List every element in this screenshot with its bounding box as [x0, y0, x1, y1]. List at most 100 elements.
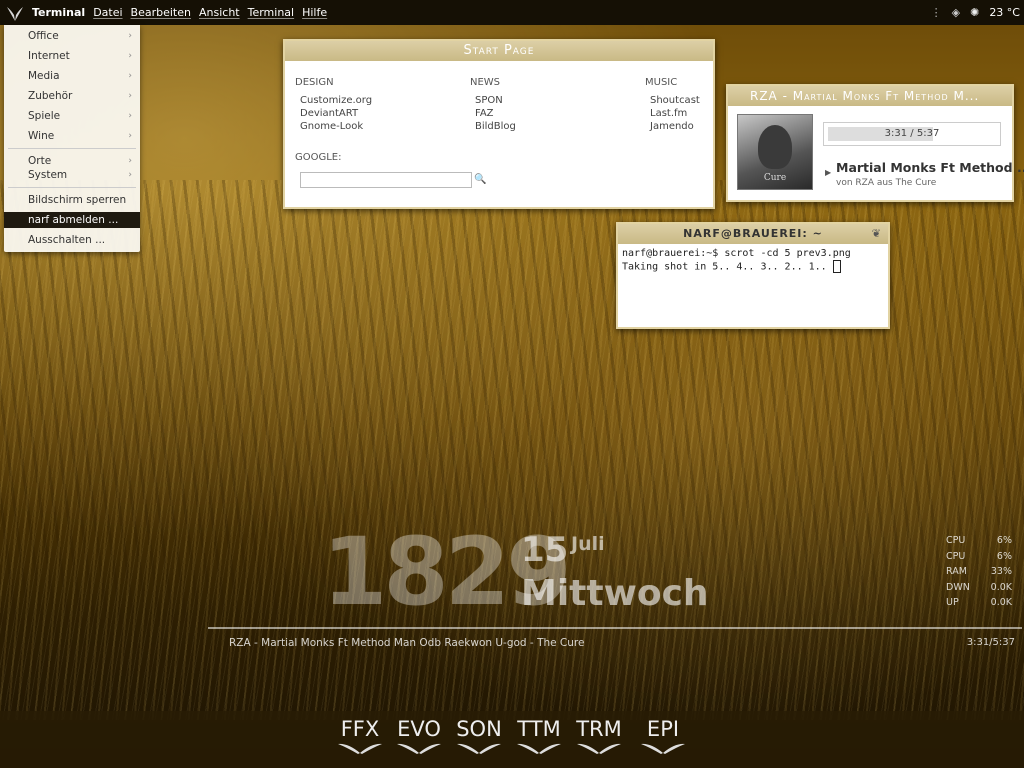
- now-playing-time: 3:31/5:37: [966, 637, 1015, 648]
- search-icon[interactable]: 🔍: [474, 174, 486, 185]
- chevron-right-icon: ›: [128, 51, 132, 61]
- terminal-title: narf@brauerei: ~ ❦: [618, 224, 888, 244]
- link-jamendo[interactable]: Jamendo: [650, 120, 700, 133]
- menu-item-media[interactable]: Media ›: [28, 68, 134, 84]
- menu-hilfe[interactable]: Hilfe: [302, 6, 327, 19]
- chevron-right-icon: ›: [128, 131, 132, 141]
- stat-row-cpu1: CPU 6%: [946, 535, 1012, 546]
- terminal-line: Taking shot in 5.. 4.. 3.. 2.. 1..: [622, 260, 884, 274]
- link-lastfm[interactable]: Last.fm: [650, 107, 700, 120]
- menu-separator: [8, 187, 136, 188]
- menu-item-shutdown[interactable]: Ausschalten ...: [28, 232, 134, 248]
- menu-item-zubehoer[interactable]: Zubehör ›: [28, 88, 134, 104]
- system-stats: CPU 6% CPU 6% RAM 33% DWN 0.0K UP 0.0K: [946, 533, 1012, 611]
- weather-sun-icon[interactable]: ✺: [970, 6, 979, 19]
- terminal-window: narf@brauerei: ~ ❦ narf@brauerei:~$ scro…: [616, 222, 890, 329]
- menu-datei[interactable]: Datei: [93, 6, 122, 19]
- track-title: Martial Monks Ft Method ...: [836, 160, 1024, 175]
- chevron-right-icon: ›: [128, 111, 132, 121]
- wings-icon: [517, 743, 561, 754]
- divider-line: [208, 627, 1022, 629]
- dock-label: SON: [456, 717, 502, 741]
- play-icon[interactable]: ▶: [825, 168, 831, 177]
- menu-item-office[interactable]: Office ›: [28, 28, 134, 44]
- link-shoutcast[interactable]: Shoutcast: [650, 94, 700, 107]
- menu-logo-icon[interactable]: [4, 2, 26, 24]
- menu-ansicht[interactable]: Ansicht: [199, 6, 240, 19]
- menu-item-spiele[interactable]: Spiele ›: [28, 108, 134, 124]
- stat-row-cpu2: CPU 6%: [946, 550, 1012, 562]
- terminal-output: Taking shot in 5.. 4.. 3.. 2.. 1..: [622, 261, 833, 273]
- album-cover: Cure: [737, 114, 813, 190]
- dock-item-ffx[interactable]: FFX: [334, 717, 386, 755]
- link-faz[interactable]: FAZ: [475, 107, 516, 120]
- top-panel: Terminal Datei Bearbeiten Ansicht Termin…: [0, 0, 1024, 25]
- terminal-cursor: [832, 260, 841, 273]
- dock-item-evo[interactable]: EVO: [393, 717, 445, 755]
- terminal-body[interactable]: narf@brauerei:~$ scrot -cd 5 prev3.png T…: [618, 244, 888, 277]
- terminal-title-text: narf@brauerei: ~: [683, 227, 823, 240]
- dock-label: FFX: [340, 717, 380, 741]
- design-column: DESIGN Customize.org DeviantART Gnome-Lo…: [295, 77, 372, 133]
- wings-icon: [577, 743, 621, 754]
- wings-icon: [338, 743, 382, 754]
- album-portrait: [758, 125, 792, 169]
- column-heading: NEWS: [470, 77, 501, 88]
- menu-item-logout[interactable]: narf abmelden ...: [4, 212, 140, 228]
- chevron-right-icon: ›: [128, 170, 132, 180]
- now-playing-text: RZA - Martial Monks Ft Method Man Odb Ra…: [229, 637, 585, 649]
- temperature: 23 °C: [989, 6, 1020, 19]
- link-bildblog[interactable]: BildBlog: [475, 120, 516, 133]
- wings-icon: [457, 743, 501, 754]
- menu-item-system[interactable]: System ›: [28, 167, 134, 183]
- link-gnome-look[interactable]: Gnome-Look: [300, 120, 372, 133]
- stat-row-ram: RAM 33%: [946, 566, 1012, 577]
- stat-row-up: UP 0.0K: [946, 597, 1012, 608]
- dock-label: TRM: [576, 717, 622, 741]
- menu-terminal[interactable]: Terminal: [248, 6, 295, 19]
- start-page-widget: Start Page DESIGN Customize.org DeviantA…: [283, 39, 715, 209]
- wings-logo-icon: ❦: [871, 227, 882, 240]
- link-customize[interactable]: Customize.org: [300, 94, 372, 107]
- progress-bar[interactable]: 3:31 / 5:37: [823, 122, 1001, 146]
- google-search-input[interactable]: [300, 172, 472, 188]
- dock-label: EPI: [646, 717, 680, 741]
- music-player-widget: RZA - Martial Monks Ft Method M... Cure …: [726, 84, 1024, 202]
- dock-item-trm[interactable]: TRM: [573, 717, 625, 755]
- wings-icon: [641, 743, 685, 754]
- dock-item-son[interactable]: SON: [453, 717, 505, 755]
- system-tray: ⋮ ◈ ✺ 23 °C: [931, 0, 1020, 25]
- menu-item-wine[interactable]: Wine ›: [28, 128, 134, 144]
- dock-item-ttm[interactable]: TTM: [513, 717, 565, 755]
- player-title: RZA - Martial Monks Ft Method M...: [728, 86, 1012, 106]
- terminal-line: narf@brauerei:~$ scrot -cd 5 prev3.png: [622, 248, 851, 259]
- google-label: GOOGLE:: [295, 152, 342, 163]
- clock-weekday: Mittwoch: [521, 573, 709, 614]
- music-column: MUSIC Shoutcast Last.fm Jamendo: [645, 77, 700, 133]
- menu-item-internet[interactable]: Internet ›: [28, 48, 134, 64]
- track-artist-album: von RZA aus The Cure: [836, 178, 937, 188]
- more-options-icon[interactable]: ⋮: [931, 6, 942, 19]
- dock-item-epi[interactable]: EPI: [637, 717, 689, 755]
- link-spon[interactable]: SPON: [475, 94, 516, 107]
- column-heading: DESIGN: [295, 77, 334, 88]
- dock: FFX EVO SON TTM TRM EPI: [0, 711, 1024, 768]
- chevron-right-icon: ›: [128, 91, 132, 101]
- application-menu: Office › Internet › Media › Zubehör › Spiele…: [4, 25, 140, 252]
- network-icon[interactable]: ◈: [952, 6, 960, 19]
- progress-text: 3:31 / 5:37: [884, 128, 940, 139]
- menu-bearbeiten[interactable]: Bearbeiten: [131, 6, 191, 19]
- wings-icon: [397, 743, 441, 754]
- menu-item-lock-screen[interactable]: Bildschirm sperren: [28, 192, 134, 208]
- dock-label: TTM: [517, 717, 561, 741]
- active-app-name[interactable]: Terminal: [32, 6, 85, 19]
- start-page-title: Start Page: [285, 41, 713, 61]
- menu-separator: [8, 148, 136, 149]
- album-cover-text: Cure: [763, 173, 787, 183]
- clock-day: 15: [521, 530, 569, 570]
- chevron-right-icon: ›: [128, 71, 132, 81]
- dock-label: EVO: [397, 717, 441, 741]
- link-deviantart[interactable]: DeviantART: [300, 107, 372, 120]
- news-column: NEWS SPON FAZ BildBlog: [470, 77, 516, 133]
- chevron-right-icon: ›: [128, 31, 132, 41]
